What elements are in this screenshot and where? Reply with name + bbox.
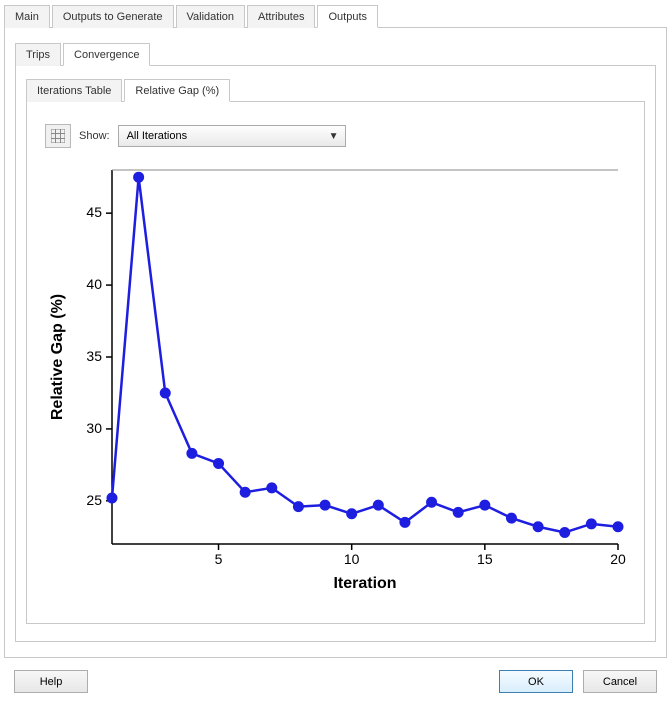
tab-validation[interactable]: Validation — [176, 5, 246, 28]
svg-text:20: 20 — [610, 551, 626, 567]
relative-gap-chart: 25 30 35 40 45 5 10 15 20 Iteration Relative Gap (… — [42, 162, 630, 594]
inner-tabs: Iterations Table Relative Gap (%) — [26, 78, 645, 102]
tab-main[interactable]: Main — [4, 5, 50, 28]
svg-text:45: 45 — [86, 204, 102, 220]
tab-convergence[interactable]: Convergence — [63, 43, 150, 66]
grid-icon — [51, 129, 65, 143]
svg-text:25: 25 — [86, 492, 102, 508]
svg-text:35: 35 — [86, 348, 102, 364]
show-label: Show: — [79, 130, 110, 142]
svg-text:40: 40 — [86, 276, 102, 292]
tab-outputs-to-generate[interactable]: Outputs to Generate — [52, 5, 174, 28]
help-button[interactable]: Help — [14, 670, 88, 693]
chevron-down-icon: ▼ — [329, 131, 339, 142]
svg-text:10: 10 — [343, 551, 359, 567]
tab-attributes[interactable]: Attributes — [247, 5, 315, 28]
tab-trips[interactable]: Trips — [15, 43, 61, 66]
tab-outputs[interactable]: Outputs — [317, 5, 378, 28]
chart-toolbar: Show: All Iterations ▼ — [35, 118, 636, 162]
svg-text:15: 15 — [477, 551, 493, 567]
outputs-panel: Trips Convergence Iterations Table Relat… — [4, 28, 667, 658]
ok-button[interactable]: OK — [499, 670, 573, 693]
sub-tabs: Trips Convergence — [15, 42, 656, 66]
cancel-button[interactable]: Cancel — [583, 670, 657, 693]
grid-view-button[interactable] — [45, 124, 71, 148]
tab-iterations-table[interactable]: Iterations Table — [26, 79, 122, 102]
svg-text:Iteration: Iteration — [333, 575, 396, 592]
main-tabs: Main Outputs to Generate Validation Attr… — [4, 4, 667, 28]
svg-text:5: 5 — [214, 551, 222, 567]
dialog-buttons: Help OK Cancel — [0, 670, 671, 693]
dropdown-value: All Iterations — [127, 130, 188, 142]
show-dropdown[interactable]: All Iterations ▼ — [118, 125, 346, 147]
relative-gap-panel: Show: All Iterations ▼ 25 30 35 40 45 5 10 15 20… — [26, 102, 645, 624]
svg-text:30: 30 — [86, 420, 102, 436]
tab-relative-gap[interactable]: Relative Gap (%) — [124, 79, 230, 102]
svg-text:Relative Gap (%): Relative Gap (%) — [49, 294, 66, 420]
convergence-panel: Iterations Table Relative Gap (%) — [15, 66, 656, 642]
